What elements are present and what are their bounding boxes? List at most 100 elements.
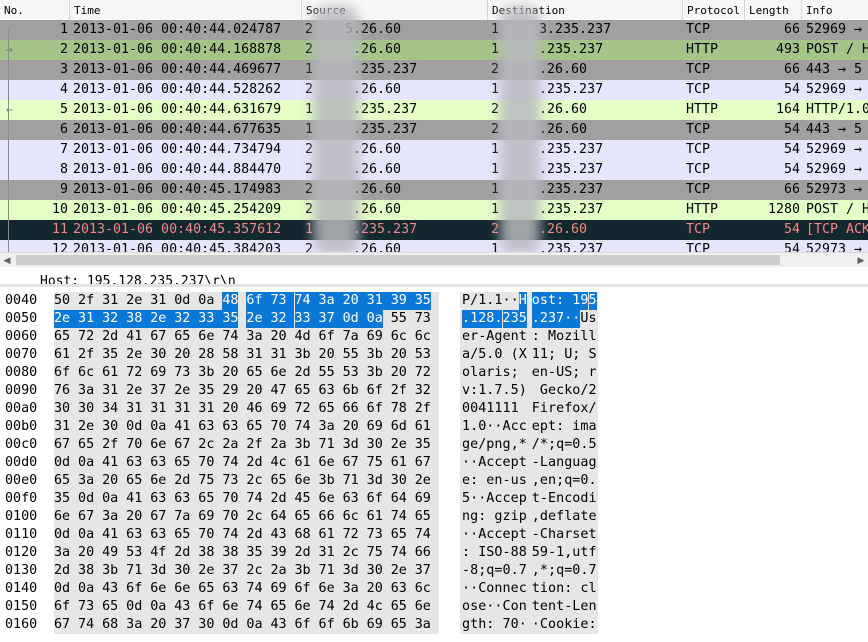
hex-byte[interactable]: 41	[126, 328, 142, 346]
hex-byte[interactable]: 74	[246, 598, 262, 616]
hex-byte[interactable]: 43	[102, 580, 118, 598]
hex-byte[interactable]: 74	[246, 490, 262, 508]
hex-byte[interactable]: 20	[150, 616, 166, 634]
hex-byte[interactable]: 2d	[295, 364, 311, 382]
hex-byte[interactable]: 4c	[367, 598, 383, 616]
ascii-char[interactable]: 1	[470, 310, 479, 328]
hex-row[interactable]: 00c0 67 65 2f 70 6e 67 2c 2a 2f 2a 3b 71 3d 30 2e 35 g e / p…	[0, 436, 868, 454]
hex-byte[interactable]: 46	[246, 400, 262, 418]
hex-byte[interactable]: 65	[295, 382, 311, 400]
hex-byte[interactable]: 31	[246, 346, 262, 364]
packet-list[interactable]: No. Time Source Destination Protocol Len…	[0, 0, 868, 252]
hex-byte[interactable]: 65	[198, 580, 214, 598]
ascii-char[interactable]	[519, 364, 527, 382]
ascii-char[interactable]: :	[564, 580, 572, 598]
ascii-char[interactable]: A	[503, 418, 511, 436]
hex-byte[interactable]: 61	[102, 364, 118, 382]
hex-byte[interactable]: 73	[174, 364, 190, 382]
hex-byte[interactable]: 37	[318, 310, 343, 328]
ascii-char[interactable]: l	[580, 328, 588, 346]
ascii-char[interactable]: .	[462, 310, 471, 328]
hex-byte[interactable]: 53	[126, 544, 142, 562]
ascii-char[interactable]: S	[486, 544, 494, 562]
hex-byte[interactable]: 3b	[367, 346, 383, 364]
ascii-char[interactable]: .	[580, 562, 588, 580]
ascii-char[interactable]: *	[540, 562, 548, 580]
ascii-char[interactable]: ·	[470, 526, 478, 544]
ascii-char[interactable]: e	[548, 382, 556, 400]
hex-byte[interactable]: 6b	[343, 382, 359, 400]
ascii-char[interactable]: e	[503, 526, 511, 544]
ascii-char[interactable]: t	[532, 490, 540, 508]
hex-byte[interactable]: 69	[367, 328, 383, 346]
ascii-char[interactable]: 3	[548, 310, 557, 328]
ascii-char[interactable]: .	[589, 472, 597, 490]
ascii-char[interactable]: o	[486, 580, 494, 598]
hex-byte[interactable]: 71	[126, 562, 142, 580]
hex-byte[interactable]: 4c	[270, 454, 286, 472]
ascii-char[interactable]: ·	[462, 580, 470, 598]
ascii-char[interactable]: t	[556, 598, 564, 616]
packet-row[interactable]: 1 2013-01-06 00:40:44.024787 2 5.26.60 1 3.…	[0, 20, 868, 40]
hex-byte[interactable]: 6d	[391, 418, 407, 436]
hex-row[interactable]: 0110 0d 0a 41 63 63 65 70 74 2d 43 68 61 72 73 65 74 · · Ac…	[0, 526, 868, 544]
hex-byte[interactable]: 69	[270, 580, 286, 598]
ascii-char[interactable]: s	[470, 598, 478, 616]
hex-byte[interactable]: 3d	[367, 472, 383, 490]
ascii-char[interactable]: p	[511, 454, 519, 472]
ascii-char[interactable]: g	[494, 328, 502, 346]
hex-byte[interactable]: 67	[54, 616, 70, 634]
ascii-char[interactable]: .	[486, 382, 494, 400]
ascii-char[interactable]: e	[478, 598, 486, 616]
ascii-char[interactable]: v	[462, 382, 470, 400]
ascii-char[interactable]: 2	[589, 382, 597, 400]
ascii-char[interactable]: t	[532, 580, 540, 598]
hex-byte[interactable]: 65	[78, 436, 94, 454]
ascii-char[interactable]: 8	[511, 544, 519, 562]
ascii-char[interactable]: c	[519, 418, 527, 436]
ascii-char[interactable]: x	[580, 400, 588, 418]
ascii-char[interactable]: /	[470, 292, 478, 310]
ascii-char[interactable]: 5	[511, 382, 519, 400]
hex-byte[interactable]: 74	[391, 544, 407, 562]
hex-byte[interactable]: 72	[78, 328, 94, 346]
ascii-char[interactable]: g	[462, 616, 470, 634]
hex-byte[interactable]: 6e	[198, 328, 214, 346]
ascii-char[interactable]: 9	[540, 544, 548, 562]
ascii-char[interactable]: C	[540, 526, 548, 544]
ascii-char[interactable]: e	[486, 472, 494, 490]
ascii-char[interactable]: t	[532, 598, 540, 616]
ascii-char[interactable]: *	[540, 436, 548, 454]
hex-byte[interactable]: 71	[343, 472, 359, 490]
ascii-char[interactable]: e	[503, 454, 511, 472]
ascii-char[interactable]: a	[589, 418, 597, 436]
hex-row[interactable]: 00b0 31 2e 30 0d 0a 41 63 63 65 70 74 3a 20 69 6d 61 1. 0 ·…	[0, 418, 868, 436]
hex-byte[interactable]: 65	[198, 490, 214, 508]
ascii-char[interactable]: e	[589, 508, 597, 526]
hex-byte[interactable]: 3b	[295, 562, 311, 580]
hex-byte[interactable]: 4d	[295, 328, 311, 346]
ascii-char[interactable]: ;	[478, 562, 486, 580]
ascii-char[interactable]: ·	[462, 526, 470, 544]
hex-byte[interactable]: 76	[54, 382, 70, 400]
hex-byte[interactable]: 30	[174, 562, 190, 580]
hex-byte[interactable]: 2c	[246, 562, 262, 580]
hex-byte[interactable]: 0a	[102, 490, 118, 508]
ascii-char[interactable]: U	[556, 364, 564, 382]
ascii-char[interactable]: 0	[572, 562, 580, 580]
ascii-char[interactable]: n	[540, 364, 548, 382]
hex-byte[interactable]: 2a	[270, 562, 286, 580]
hex-byte[interactable]: 65	[174, 526, 190, 544]
hex-byte[interactable]: 45	[295, 490, 311, 508]
triangle-left-icon[interactable]: ◀	[0, 253, 14, 267]
ascii-char[interactable]: -	[532, 526, 540, 544]
packet-row[interactable]: 8 2013-01-06 00:40:44.884470 2 .26.60 1 .23…	[0, 160, 868, 180]
hex-byte[interactable]: 4f	[150, 544, 166, 562]
ascii-char[interactable]: ·	[511, 292, 519, 310]
hex-byte[interactable]: 69	[367, 616, 383, 634]
hex-byte[interactable]: 72	[343, 526, 359, 544]
packet-details-pane[interactable]: Host: 195.128.235.237\r\n	[0, 268, 868, 287]
ascii-char[interactable]: e	[540, 598, 548, 616]
hex-byte[interactable]: 6e	[319, 580, 335, 598]
hex-byte[interactable]: 38	[222, 544, 238, 562]
